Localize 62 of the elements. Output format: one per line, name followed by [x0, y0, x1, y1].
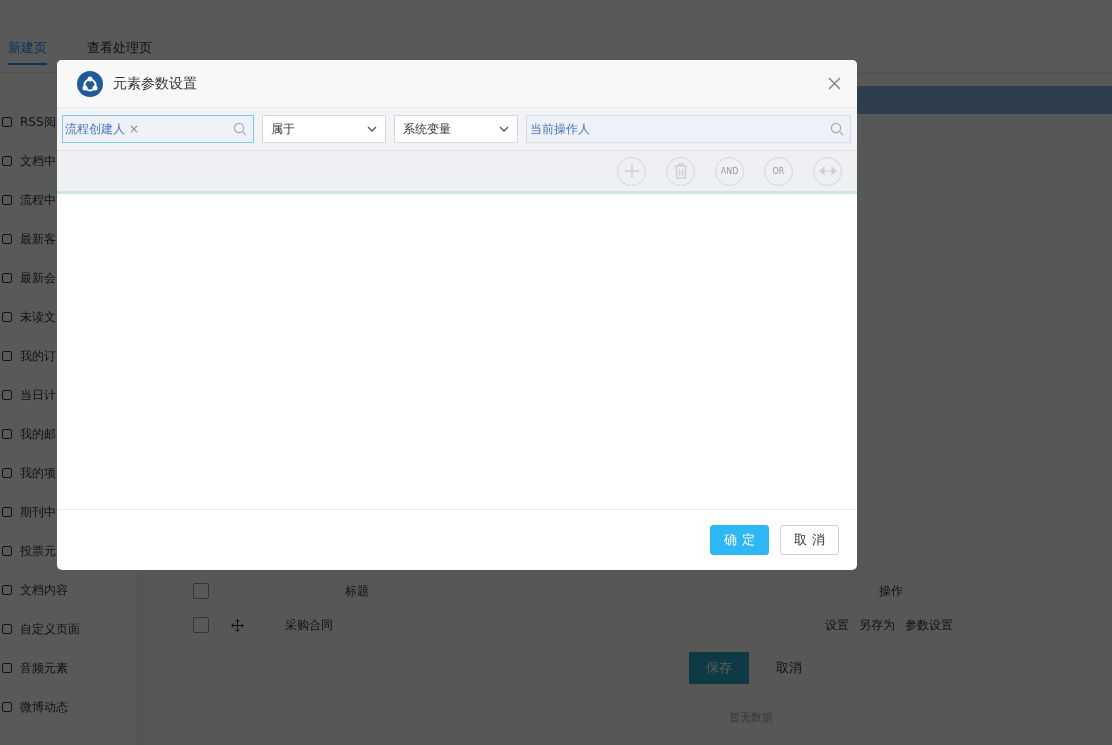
cancel-button[interactable]: 取 消	[780, 525, 839, 555]
column-header: 操作	[879, 582, 904, 600]
sidebar-item[interactable]: 文档内容	[20, 581, 68, 599]
square-icon	[2, 585, 12, 595]
operator-select[interactable]: 属于	[262, 115, 386, 143]
square-icon	[2, 312, 12, 322]
square-icon	[2, 234, 12, 244]
sidebar-item[interactable]: 期刊中	[20, 503, 56, 521]
search-icon	[233, 122, 247, 136]
search-icon	[830, 122, 844, 136]
square-icon	[2, 429, 12, 439]
double-arrow-icon	[818, 166, 837, 176]
action-link[interactable]: 另存为	[859, 616, 895, 634]
dialog-title: 元素参数设置	[113, 74, 198, 93]
plus-icon	[623, 163, 640, 179]
sidebar-item[interactable]: 我的订	[20, 347, 56, 365]
sidebar-item[interactable]: 投票元	[20, 542, 56, 560]
value-field[interactable]: 当前操作人	[526, 115, 851, 143]
cancel-button[interactable]: 取消	[759, 652, 819, 684]
sidebar-item[interactable]: 最新客	[20, 230, 56, 248]
sidebar-item[interactable]: 最新会	[20, 269, 56, 287]
table-cell-text: 采购合同	[285, 616, 334, 634]
sidebar-item[interactable]: 文档中	[20, 152, 56, 170]
sidebar-item[interactable]: 我的项	[20, 464, 56, 482]
square-icon	[2, 351, 12, 361]
square-icon	[2, 507, 12, 517]
page-tab[interactable]: 新建页	[8, 33, 47, 65]
field-selector[interactable]: 流程创建人 ×	[62, 115, 254, 143]
sidebar-item[interactable]: 当日计	[20, 386, 56, 404]
checkbox[interactable]	[193, 617, 209, 633]
sidebar-item[interactable]: RSS阅	[20, 113, 56, 131]
sidebar-item[interactable]: 微博动态	[20, 698, 68, 716]
action-link[interactable]: 参数设置	[905, 616, 953, 634]
sidebar-item[interactable]: 音频元素	[20, 659, 68, 677]
sidebar-item[interactable]: 未读文	[20, 308, 56, 326]
close-button[interactable]	[828, 77, 841, 90]
remove-tag-button[interactable]: ×	[129, 122, 140, 136]
save-button[interactable]: 保存	[689, 652, 749, 684]
sidebar-item[interactable]: 自定义页面	[20, 620, 80, 638]
value-type-select[interactable]: 系统变量	[394, 115, 518, 143]
square-icon	[2, 273, 12, 283]
field-tag: 流程创建人	[65, 120, 125, 138]
square-icon	[2, 624, 12, 634]
square-icon	[2, 390, 12, 400]
square-icon	[2, 117, 12, 127]
action-link[interactable]: 设置	[825, 616, 849, 634]
checkbox[interactable]	[193, 583, 209, 599]
square-icon	[2, 468, 12, 478]
logo-icon	[77, 70, 103, 97]
square-icon	[2, 546, 12, 556]
confirm-button[interactable]: 确 定	[710, 525, 769, 555]
sidebar-item[interactable]: 流程中	[20, 191, 56, 209]
square-icon	[2, 702, 12, 712]
square-icon	[2, 156, 12, 166]
square-icon	[2, 195, 12, 205]
chevron-down-icon	[499, 126, 509, 132]
sidebar-item[interactable]: 我的邮	[20, 425, 56, 443]
chevron-down-icon	[367, 126, 377, 132]
trash-icon	[673, 163, 688, 179]
move-icon	[231, 618, 244, 632]
column-header: 标题	[344, 582, 370, 600]
square-icon	[2, 663, 12, 673]
